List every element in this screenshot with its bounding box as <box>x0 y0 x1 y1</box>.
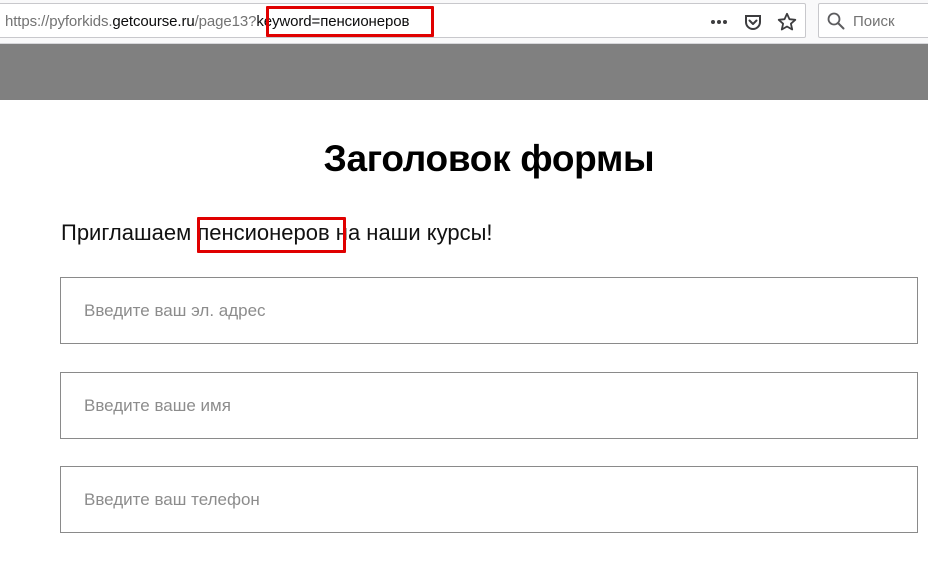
url-keyword: keyword=пенсионеров <box>256 13 410 30</box>
more-actions-icon[interactable] <box>709 12 729 32</box>
phone-field[interactable] <box>60 466 918 533</box>
browser-toolbar: https://pyforkids.getcourse.ru/page13?ke… <box>0 0 928 44</box>
url-base: https://pyforkids. <box>5 13 113 30</box>
invite-keyword: пенсионеров <box>197 220 330 245</box>
url-text[interactable]: https://pyforkids.getcourse.ru/page13?ke… <box>5 13 409 30</box>
url-domain: getcourse.ru <box>112 13 195 30</box>
invite-text: Приглашаем пенсионеров на наши курсы! <box>61 220 493 246</box>
url-bar[interactable]: https://pyforkids.getcourse.ru/page13?ke… <box>0 3 806 38</box>
search-bar[interactable]: Поиск <box>818 3 928 38</box>
name-field[interactable] <box>60 372 918 439</box>
email-field[interactable] <box>60 277 918 344</box>
invite-text-after: на наши курсы! <box>329 220 493 245</box>
bookmark-star-icon[interactable] <box>777 12 797 32</box>
search-icon <box>827 12 845 30</box>
pocket-icon[interactable] <box>743 12 763 32</box>
url-path: /page13? <box>194 13 257 30</box>
invite-text-before: Приглашаем <box>61 220 198 245</box>
url-actions <box>709 4 797 39</box>
search-placeholder: Поиск <box>853 13 895 30</box>
form-title: Заголовок формы <box>323 138 655 179</box>
page-header-band <box>0 44 928 100</box>
